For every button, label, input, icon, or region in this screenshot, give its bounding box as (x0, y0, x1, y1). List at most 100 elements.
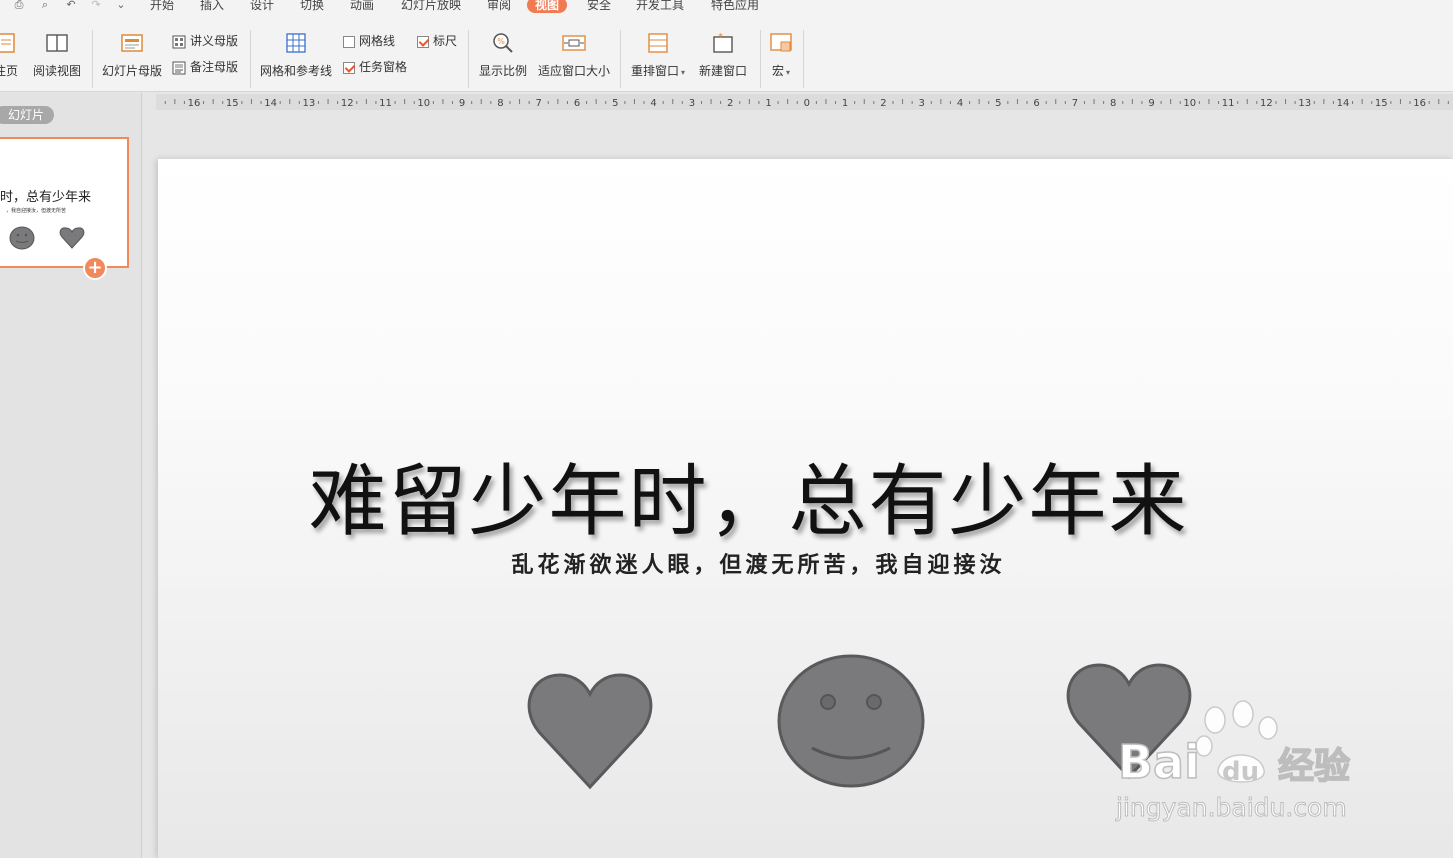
grid-guides-button[interactable]: 网格和参考线 (260, 30, 332, 79)
notes-page-icon (0, 33, 15, 53)
book-icon (46, 34, 68, 52)
reading-view-button[interactable]: 阅读视图 (33, 30, 81, 79)
tab-transitions[interactable]: 切换 (300, 0, 324, 13)
print-icon[interactable]: ⎙ (12, 0, 26, 12)
ruler-number: 8 (497, 98, 503, 109)
watermark-url: jingyan.baidu.com (1115, 793, 1347, 822)
watermark-brand: Bai (1118, 735, 1200, 789)
ruler-number: 4 (957, 98, 963, 109)
menu-bar: ⎙ ⌕ ↶ ↷ ⌄ 开始 插入 设计 切换 动画 幻灯片放映 审阅 视图 安全 … (0, 0, 1453, 22)
ruler-check[interactable] (417, 35, 429, 48)
ruler-number: 13 (303, 98, 316, 109)
ruler-number: 0 (804, 98, 810, 109)
thumbnail-subtitle: ，我自迎接汝，但渡无所苦 (6, 208, 67, 214)
ruler-checkbox[interactable]: 标尺 (417, 32, 457, 50)
chevron-down-icon[interactable]: ⌄ (114, 0, 128, 12)
grid-icon (286, 33, 306, 53)
slide-title[interactable]: 难留少年时，总有少年来 (158, 439, 1339, 551)
tab-slideshow[interactable]: 幻灯片放映 (401, 0, 461, 13)
tab-design[interactable]: 设计 (250, 0, 274, 13)
arrange-windows-button[interactable]: 重排窗口 ▾ (631, 30, 685, 79)
print-preview-icon[interactable]: ⌕ (38, 0, 52, 12)
ruler-number: 14 (264, 98, 277, 109)
ruler-number: 9 (459, 98, 465, 109)
smiley-face-shape[interactable] (776, 653, 926, 789)
fit-window-icon (562, 35, 586, 51)
watermark-brand-tail: du (1222, 757, 1259, 787)
handout-master-button[interactable]: 讲义母版 (172, 32, 238, 50)
new-window-button[interactable]: * 新建窗口 (699, 30, 747, 79)
slide-master-button[interactable]: 幻灯片母版 (102, 30, 162, 79)
ruler-number: 13 (1298, 98, 1311, 109)
arrange-windows-icon (648, 33, 668, 53)
tab-developer[interactable]: 开发工具 (636, 0, 684, 13)
ribbon-separator (760, 30, 761, 88)
new-window-icon: * (713, 32, 733, 53)
ruler-number: 1 (765, 98, 771, 109)
handout-icon (172, 35, 186, 48)
ruler-number: 5 (612, 98, 618, 109)
ruler-number: 10 (417, 98, 430, 109)
task-pane-check[interactable] (343, 61, 355, 74)
undo-icon[interactable]: ↶ (64, 0, 78, 12)
ruler-number: 1 (842, 98, 848, 109)
notes-master-button[interactable]: 备注母版 (172, 58, 238, 76)
redo-icon[interactable]: ↷ (89, 0, 103, 12)
ruler-number: 3 (919, 98, 925, 109)
notes-master-icon (172, 61, 186, 74)
tab-animations[interactable]: 动画 (350, 0, 374, 13)
task-pane-checkbox[interactable]: 任务窗格 (343, 58, 407, 76)
gridlines-checkbox[interactable]: 网格线 (343, 32, 395, 50)
notes-page-button[interactable]: 注页 (0, 30, 18, 79)
ruler-number: 7 (1072, 98, 1078, 109)
svg-text:%: % (497, 37, 505, 46)
chevron-down-icon: ▾ (786, 68, 791, 77)
ruler-number: 12 (341, 98, 354, 109)
slide-panel: 幻灯片 时，总有少年来 ，我自迎接汝，但渡无所苦 + (0, 93, 142, 858)
fit-window-button[interactable]: 适应窗口大小 (538, 30, 610, 79)
ribbon-separator (803, 30, 804, 88)
thumbnail-heart-icon (59, 227, 85, 249)
ribbon-view: 注页 阅读视图 幻灯片母版 讲义母版 备注母版 网格和参考线 网格线 任务窗格 … (0, 22, 1453, 92)
ruler-number: 8 (1110, 98, 1116, 109)
tab-review[interactable]: 审阅 (487, 0, 511, 13)
ruler-number: 11 (1222, 98, 1235, 109)
ruler-number: 12 (1260, 98, 1273, 109)
ruler-number: 2 (727, 98, 733, 109)
ruler-number: 15 (226, 98, 239, 109)
chevron-down-icon: ▾ (681, 68, 686, 77)
ruler-number: 16 (1413, 98, 1426, 109)
thumbnail-title: 时，总有少年来 (0, 190, 92, 205)
thumbnail-smiley-icon (9, 226, 35, 250)
macro-button[interactable]: 宏 ▾ (769, 30, 793, 79)
ruler-number: 10 (1183, 98, 1196, 109)
ruler-number: 7 (536, 98, 542, 109)
tab-security[interactable]: 安全 (587, 0, 611, 13)
ruler-number: 4 (650, 98, 656, 109)
ruler-number: 5 (995, 98, 1001, 109)
ruler-number: 14 (1337, 98, 1350, 109)
ruler-number: 6 (1033, 98, 1039, 109)
horizontal-ruler: 16 15 14 13 12 11 10 9 8 7 6 5 4 3 2 1 0 1 2 3 4 5 6 7 8 9 10 11 12 1… (156, 94, 1453, 110)
ruler-number: 3 (689, 98, 695, 109)
ribbon-separator (250, 30, 251, 88)
gridlines-check[interactable] (343, 35, 355, 48)
watermark-brand-cn: 经验 (1278, 746, 1350, 787)
heart-shape-left[interactable] (527, 672, 653, 790)
ribbon-separator (468, 30, 469, 88)
zoom-button[interactable]: % 显示比例 (479, 30, 527, 79)
slide-subtitle[interactable]: 乱花渐欲迷人眼，但渡无所苦，我自迎接汝 (158, 547, 1453, 579)
macro-icon (770, 33, 792, 52)
tab-insert[interactable]: 插入 (200, 0, 224, 13)
add-slide-button[interactable]: + (83, 256, 107, 280)
ruler-number: 2 (880, 98, 886, 109)
slides-tab[interactable]: 幻灯片 (0, 106, 55, 124)
ruler-number: 16 (188, 98, 201, 109)
ribbon-separator (620, 30, 621, 88)
ribbon-separator (92, 30, 93, 88)
tab-view[interactable]: 视图 (527, 0, 568, 13)
ruler-number: 15 (1375, 98, 1388, 109)
tab-features[interactable]: 特色应用 (711, 0, 759, 13)
tab-home[interactable]: 开始 (150, 0, 174, 13)
slide-thumbnail[interactable]: 时，总有少年来 ，我自迎接汝，但渡无所苦 (0, 137, 129, 268)
